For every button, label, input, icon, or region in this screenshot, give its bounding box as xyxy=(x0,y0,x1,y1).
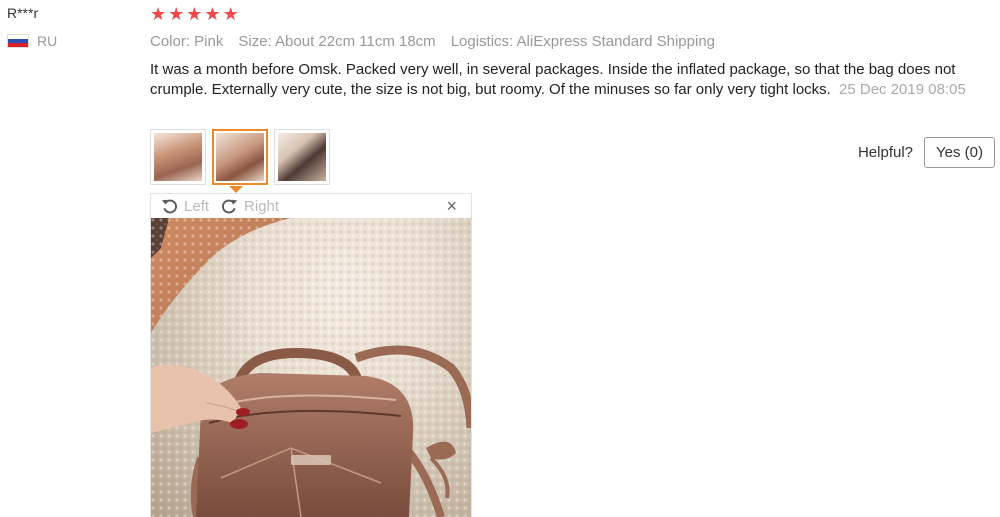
review-date: 25 Dec 2019 08:05 xyxy=(839,81,966,98)
star-icon: ★ xyxy=(186,4,203,24)
star-icon: ★ xyxy=(168,4,185,24)
rotate-left-icon xyxy=(161,199,177,213)
order-size: Size: About 22cm 11cm 18cm xyxy=(238,33,436,50)
country-code: RU xyxy=(37,33,58,49)
rotate-left-label: Left xyxy=(184,197,210,215)
order-info: Color: Pink Size: About 22cm 11cm 18cm L… xyxy=(150,32,995,52)
close-viewer-button[interactable]: × xyxy=(446,196,457,217)
active-thumbnail-pointer xyxy=(229,186,243,193)
rotate-right-button[interactable]: Right xyxy=(221,198,279,215)
rotate-right-icon xyxy=(222,199,238,213)
bag-photo-illustration xyxy=(151,218,471,517)
star-rating: ★ ★ ★ ★ ★ xyxy=(150,4,995,24)
reviewer-name: R***r xyxy=(7,5,39,21)
star-icon: ★ xyxy=(204,4,221,24)
photo-thumbnail-2[interactable] xyxy=(212,129,268,185)
rotate-left-button[interactable]: Left xyxy=(161,198,209,215)
photo-viewer: Left Right × xyxy=(150,193,472,517)
helpful-yes-button[interactable]: Yes (0) xyxy=(924,137,995,168)
review-photo xyxy=(151,218,471,517)
star-icon: ★ xyxy=(150,4,167,24)
photo-thumbnail-1[interactable] xyxy=(150,129,206,185)
reviewer-info: R***r RU xyxy=(7,4,137,49)
photo-thumbnail-3[interactable] xyxy=(274,129,330,185)
review-body: ★ ★ ★ ★ ★ Color: Pink Size: About 22cm 1… xyxy=(150,4,995,100)
order-color: Color: Pink xyxy=(150,33,224,50)
review-text: It was a month before Omsk. Packed very … xyxy=(150,60,980,100)
photo-thumbnails xyxy=(150,129,330,185)
rotate-right-label: Right xyxy=(244,197,280,215)
star-icon: ★ xyxy=(222,4,239,24)
viewer-toolbar: Left Right × xyxy=(151,194,471,218)
order-logistics: Logistics: AliExpress Standard Shipping xyxy=(450,33,716,50)
russia-flag-icon xyxy=(7,34,29,48)
reviewer-country: RU xyxy=(7,33,137,49)
helpful-section: Helpful? Yes (0) xyxy=(858,137,995,168)
helpful-label: Helpful? xyxy=(857,144,914,161)
review-content: It was a month before Omsk. Packed very … xyxy=(150,61,956,98)
